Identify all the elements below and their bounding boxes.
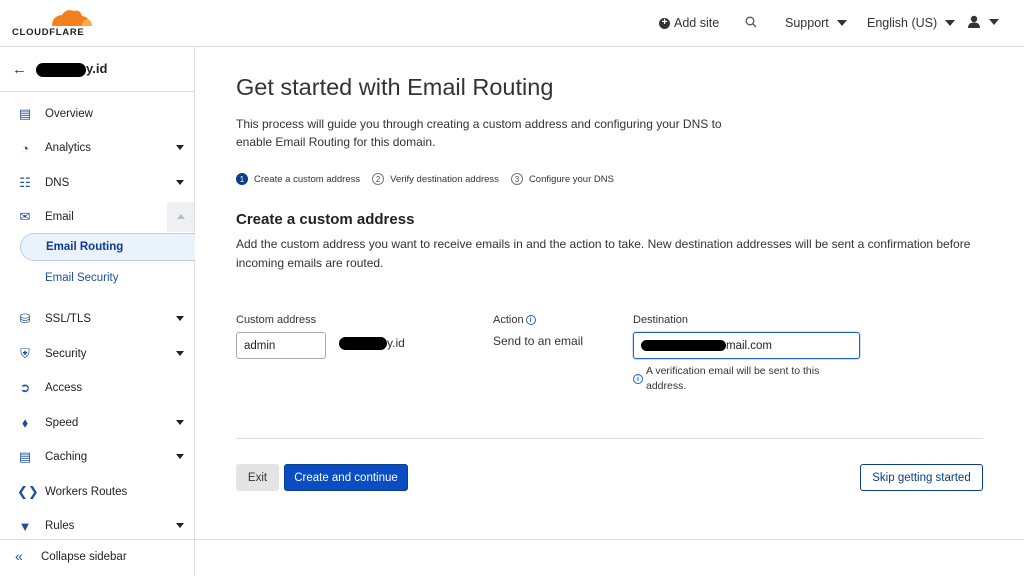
domain-suffix: y.id: [339, 336, 405, 351]
sidebar-item-workers-routes[interactable]: ❮❯ Workers Routes: [0, 477, 194, 507]
step-3: 3 Configure your DNS: [510, 173, 614, 185]
workers-icon: ❮❯: [17, 484, 39, 499]
chevron-down-icon: [176, 351, 184, 356]
sidebar-item-analytics[interactable]: ◔ Analytics: [0, 133, 194, 163]
collapse-sidebar-label: Collapse sidebar: [41, 551, 127, 563]
step-label: Configure your DNS: [528, 173, 614, 185]
chevron-down-icon: [836, 20, 847, 26]
document-icon: ▤: [18, 106, 32, 121]
custom-address-label: Custom address: [236, 314, 317, 326]
plus-circle-icon: +: [659, 17, 670, 29]
step-2: 2 Verify destination address: [372, 173, 499, 185]
sidebar-item-caching[interactable]: ▤ Caching: [0, 442, 194, 472]
back-arrow-icon[interactable]: ←: [12, 61, 27, 78]
sidebar-item-ssl-tls[interactable]: ⛁ SSL/TLS: [0, 304, 194, 334]
verification-note: i A verification email will be sent to t…: [633, 364, 843, 394]
intro-text: This process will guide you through crea…: [236, 117, 722, 149]
redacted-text: [339, 337, 387, 351]
storage-icon: ▤: [18, 449, 32, 464]
lightning-icon: ⬧: [22, 415, 28, 430]
chevron-down-icon: [176, 316, 184, 321]
section-title: Create a custom address: [236, 211, 415, 228]
action-label: Action i: [493, 314, 536, 326]
info-icon[interactable]: i: [525, 315, 536, 325]
top-navigation-bar: CLOUDFLARE + Add site Support English (U…: [0, 0, 1024, 47]
chevron-down-icon: [176, 420, 184, 425]
access-icon: ➲: [19, 380, 31, 395]
shield-icon: ⛨: [20, 346, 30, 361]
chevron-down-icon: [176, 523, 184, 528]
sidebar-item-overview[interactable]: ▤ Overview: [0, 99, 194, 129]
collapse-toggle[interactable]: [167, 202, 194, 232]
double-chevron-left-icon: «: [15, 548, 23, 564]
info-icon: i: [633, 374, 643, 384]
create-and-continue-button[interactable]: Create and continue: [284, 464, 408, 491]
step-1: 1 Create a custom address: [236, 173, 360, 185]
section-description: Add the custom address you want to recei…: [236, 237, 971, 270]
sidebar-item-access[interactable]: ➲ Access: [0, 373, 194, 403]
chevron-down-icon: [176, 145, 184, 150]
add-site-label: Add site: [674, 16, 720, 30]
cloudflare-logo[interactable]: CLOUDFLARE: [12, 8, 94, 38]
sidebar: ← y.id ▤ Overview ◔ Analytics ☷ DNS ✉ Em…: [0, 47, 195, 576]
sidebar-item-email[interactable]: ✉ Email: [0, 202, 194, 232]
sidebar-item-email-routing[interactable]: Email Routing: [20, 233, 195, 261]
sidebar-item-security[interactable]: ⛨ Security: [0, 339, 194, 369]
step-label: Create a custom address: [254, 173, 361, 185]
chevron-down-icon: [989, 18, 999, 25]
step-number: 3: [510, 173, 523, 185]
chevron-up-icon: [177, 214, 185, 219]
funnel-icon: ▼: [18, 518, 32, 534]
lock-icon: ⛁: [19, 311, 31, 326]
chart-icon: ◔: [21, 140, 29, 156]
custom-address-input[interactable]: admin: [236, 332, 326, 359]
sidebar-item-email-security[interactable]: Email Security: [20, 264, 195, 292]
chevron-down-icon: [176, 454, 184, 459]
chevron-down-icon: [945, 20, 956, 26]
main-content: Get started with Email Routing This proc…: [195, 47, 1024, 576]
envelope-icon: ✉: [19, 209, 31, 224]
language-label: English (US): [867, 16, 938, 30]
step-label: Verify destination address: [390, 173, 499, 185]
search-button[interactable]: [745, 16, 757, 28]
domain-header: ← y.id: [0, 47, 194, 92]
network-icon: ☷: [19, 175, 31, 190]
collapse-sidebar-button[interactable]: « Collapse sidebar: [0, 539, 194, 576]
page-title: Get started with Email Routing: [236, 74, 554, 100]
sidebar-item-rules[interactable]: ▼ Rules: [0, 511, 194, 541]
search-icon: [745, 16, 757, 28]
language-menu[interactable]: English (US): [867, 16, 956, 30]
logo-wordmark: CLOUDFLARE: [12, 27, 85, 38]
redacted-text: [36, 62, 86, 77]
divider: [236, 438, 983, 439]
divider: [195, 539, 1024, 540]
add-site-button[interactable]: + Add site: [659, 16, 719, 30]
chevron-down-icon: [176, 180, 184, 185]
sidebar-item-speed[interactable]: ⬧ Speed: [0, 408, 194, 438]
step-number: 1: [236, 173, 248, 185]
user-menu[interactable]: [967, 15, 999, 28]
action-value: Send to an email: [493, 334, 584, 348]
destination-label: Destination: [633, 314, 689, 326]
support-label: Support: [785, 16, 829, 30]
redacted-text: [641, 340, 726, 351]
progress-stepper: 1 Create a custom address 2 Verify desti…: [236, 173, 626, 185]
destination-input[interactable]: mail.com: [633, 332, 860, 359]
sidebar-item-dns[interactable]: ☷ DNS: [0, 168, 194, 198]
support-menu[interactable]: Support: [785, 16, 847, 30]
domain-name: y.id: [36, 61, 107, 77]
user-icon: [968, 15, 980, 28]
skip-getting-started-button[interactable]: Skip getting started: [860, 464, 983, 491]
step-number: 2: [372, 173, 385, 185]
exit-button[interactable]: Exit: [236, 464, 279, 491]
